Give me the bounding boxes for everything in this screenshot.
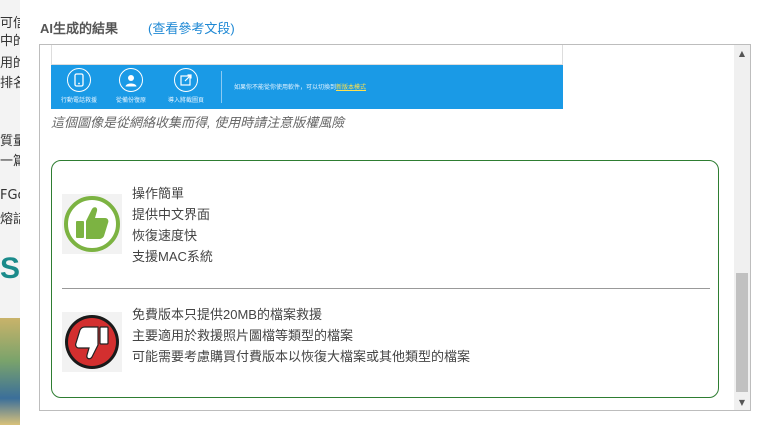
- background-image: [0, 318, 20, 425]
- modal-header: AI生成的結果 (查看參考文段): [40, 17, 235, 37]
- screenshot-toolbar: 行動電話救援 從備份復原 導入將截圖頁 如果你不能從你使用軟件，可以切換到新版本…: [51, 65, 563, 109]
- thumbs-down-icon: [62, 312, 122, 372]
- scroll-up-arrow-icon[interactable]: ▲: [734, 45, 750, 61]
- image-caption: 這個圖像是從網絡收集而得, 使用時請注意版權風險: [51, 115, 345, 130]
- import-icon: [174, 68, 198, 92]
- background-text: 一篇: [0, 154, 20, 169]
- background-text: 可信: [0, 16, 20, 31]
- background-page: 可信 中的 用的 排名 質量 一篇 FGo 熔話 S: [0, 0, 20, 425]
- background-text: 熔話: [0, 212, 20, 227]
- toolbar-message-text: 如果你不能從你使用軟件，可以切換到: [234, 84, 337, 91]
- vertical-scrollbar[interactable]: ▲ ▼: [734, 45, 750, 410]
- pro-item: 恢復速度快: [132, 228, 198, 243]
- tool-backup: 從備份復原: [108, 68, 154, 104]
- embedded-screenshot: 行動電話救援 從備份復原 導入將截圖頁 如果你不能從你使用軟件，可以切換到新版本…: [51, 45, 563, 109]
- cons-list: 免費版本只提供20MB的檔案救援 主要適用於救援照片圖檔等類型的檔案 可能需要考…: [132, 304, 470, 367]
- scroll-down-arrow-icon[interactable]: ▼: [734, 394, 750, 410]
- tool-label: 導入將截圖頁: [167, 97, 204, 104]
- background-text: S: [0, 252, 20, 285]
- view-reference-link[interactable]: (查看參考文段): [148, 18, 235, 37]
- tool-phone: 行動電話救援: [56, 68, 102, 104]
- background-text: 排名: [0, 76, 20, 91]
- pros-cons-box: 操作簡單 提供中文界面 恢復速度快 支援MAC系統 免費版本只提供20MB的檔案…: [51, 160, 719, 398]
- background-text: 中的: [0, 34, 20, 49]
- scrollbar-thumb[interactable]: [736, 273, 748, 392]
- result-title: AI生成的結果: [40, 20, 119, 36]
- toolbar-message-link: 新版本模式: [336, 84, 367, 91]
- phone-icon: [67, 68, 91, 92]
- tool-label: 從備份復原: [115, 97, 146, 104]
- background-text: 用的: [0, 56, 20, 71]
- background-text: 質量: [0, 134, 20, 149]
- background-text: FGo: [0, 188, 20, 203]
- con-item: 免費版本只提供20MB的檔案救援: [132, 307, 322, 322]
- result-scroll-box[interactable]: 行動電話救援 從備份復原 導入將截圖頁 如果你不能從你使用軟件，可以切換到新版本…: [39, 44, 751, 411]
- pro-item: 支援MAC系統: [132, 249, 213, 264]
- toolbar-message: 如果你不能從你使用軟件，可以切換到新版本模式: [234, 82, 366, 91]
- tool-import: 導入將截圖頁: [163, 68, 209, 104]
- toolbar-divider: [221, 71, 222, 103]
- thumbs-up-icon: [62, 194, 122, 254]
- con-item: 可能需要考慮購買付費版本以恢復大檔案或其他類型的檔案: [132, 349, 471, 364]
- user-icon: [119, 68, 143, 92]
- section-divider: [62, 288, 710, 289]
- pros-list: 操作簡單 提供中文界面 恢復速度快 支援MAC系統: [132, 183, 213, 267]
- con-item: 主要適用於救援照片圖檔等類型的檔案: [132, 328, 354, 343]
- pro-item: 操作簡單: [132, 186, 185, 201]
- screenshot-top: [51, 45, 563, 65]
- tool-label: 行動電話救援: [60, 97, 97, 104]
- ai-result-modal: AI生成的結果 (查看參考文段) 行動電話救援 從備份復原 導入將截圖頁 如果你…: [20, 0, 760, 425]
- pro-item: 提供中文界面: [132, 207, 211, 222]
- result-content: 行動電話救援 從備份復原 導入將截圖頁 如果你不能從你使用軟件，可以切換到新版本…: [40, 45, 733, 410]
